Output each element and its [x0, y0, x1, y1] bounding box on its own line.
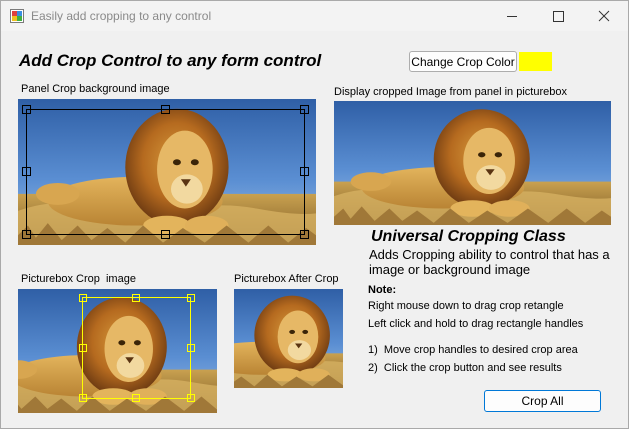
crop-all-button[interactable]: Crop All — [484, 390, 601, 412]
crop-color-swatch[interactable] — [519, 52, 552, 71]
window-title: Easily add cropping to any control — [31, 9, 212, 23]
app-window: Easily add cropping to any control Add C… — [0, 0, 629, 429]
maximize-icon — [553, 11, 564, 22]
lion-cropped-image — [334, 101, 611, 225]
panel-crop-label: Panel Crop background image — [21, 83, 170, 95]
note-title: Note: — [368, 284, 397, 296]
maximize-button[interactable] — [535, 1, 581, 31]
class-description: Adds Cropping ability to control that ha… — [369, 247, 610, 277]
picturebox-crop-rectangle[interactable] — [18, 289, 217, 413]
crop-handles[interactable] — [22, 105, 309, 239]
change-crop-color-button[interactable]: Change Crop Color — [409, 51, 517, 72]
yellow-crop-handles[interactable] — [79, 294, 195, 402]
class-title: Universal Cropping Class — [371, 228, 566, 245]
panel-crop-rectangle[interactable] — [18, 99, 316, 245]
display-cropped-label: Display cropped Image from panel in pict… — [334, 86, 567, 98]
app-icon — [10, 9, 24, 23]
title-bar: Easily add cropping to any control — [1, 1, 628, 31]
picturebox-crop-image[interactable] — [18, 289, 217, 413]
close-icon — [598, 10, 610, 22]
minimize-button[interactable] — [489, 1, 535, 31]
close-button[interactable] — [581, 1, 627, 31]
step-2: 2) Click the crop button and see results — [368, 362, 562, 374]
picturebox-after-crop-label: Picturebox After Crop — [234, 273, 339, 285]
note-line-1: Right mouse down to drag crop retangle — [368, 300, 564, 312]
lion-after-crop-image — [234, 289, 343, 388]
step-1: 1) Move crop handles to desired crop are… — [368, 344, 578, 356]
picturebox-after-crop — [234, 289, 343, 388]
form-client-area: Add Crop Control to any form control Cha… — [1, 31, 628, 428]
picturebox-crop-label: Picturebox Crop image — [21, 273, 136, 285]
panel-crop-image[interactable] — [18, 99, 316, 245]
page-heading: Add Crop Control to any form control — [19, 51, 322, 70]
cropped-display-picturebox — [334, 101, 611, 225]
minimize-icon — [507, 16, 517, 17]
note-line-2: Left click and hold to drag rectangle ha… — [368, 318, 584, 330]
